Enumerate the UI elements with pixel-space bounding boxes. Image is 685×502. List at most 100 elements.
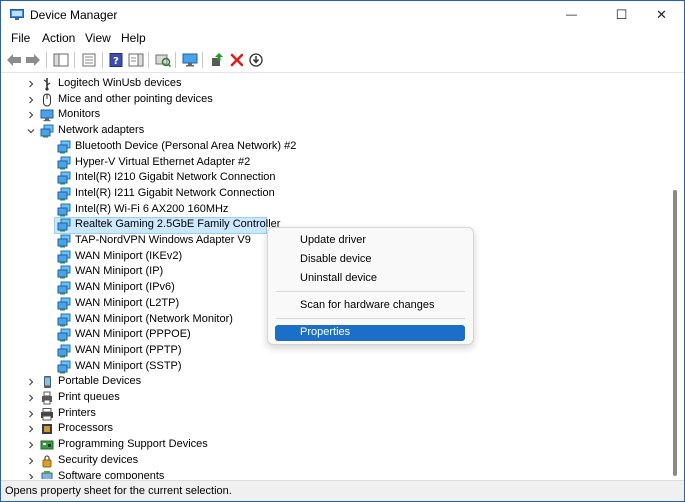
toolbar-separator bbox=[148, 52, 149, 68]
tree-item-label: Monitors bbox=[58, 108, 101, 120]
tree-category[interactable]: Software components bbox=[1, 469, 661, 479]
tree-device[interactable]: Intel(R) I210 Gigabit Network Connection bbox=[1, 170, 661, 186]
tree-item-label: WAN Miniport (SSTP) bbox=[75, 360, 182, 372]
scan-hardware-icon bbox=[155, 54, 171, 67]
menu-separator bbox=[276, 291, 465, 292]
chevron-right-icon[interactable] bbox=[26, 440, 36, 450]
network-adapter-icon bbox=[57, 344, 71, 358]
security-device-icon bbox=[40, 454, 54, 468]
vertical-scrollbar[interactable] bbox=[668, 73, 683, 479]
chevron-down-icon[interactable] bbox=[26, 126, 36, 136]
tree-item-label: Portable Devices bbox=[58, 375, 142, 387]
monitor-button[interactable] bbox=[181, 51, 199, 69]
tree-item-label: Intel(R) I210 Gigabit Network Connection bbox=[75, 171, 276, 183]
tree-device[interactable]: Intel(R) I211 Gigabit Network Connection bbox=[1, 186, 661, 202]
network-adapter-icon bbox=[57, 156, 71, 170]
menu-item-label: Properties bbox=[300, 326, 351, 338]
menu-item-disable-device[interactable]: Disable device bbox=[275, 252, 465, 268]
chevron-right-icon[interactable] bbox=[26, 393, 36, 403]
properties-button[interactable] bbox=[80, 51, 98, 69]
action-pane-button[interactable] bbox=[127, 51, 145, 69]
tree-item-label: WAN Miniport (PPTP) bbox=[75, 344, 182, 356]
tree-item-label: Security devices bbox=[58, 454, 139, 466]
properties-icon bbox=[82, 53, 96, 67]
scan-hardware-button[interactable] bbox=[154, 51, 172, 69]
tree-item-label: Processors bbox=[58, 422, 114, 434]
network-adapter-icon bbox=[57, 328, 71, 342]
menu-help[interactable]: Help bbox=[121, 31, 146, 45]
network-adapter-icon bbox=[57, 203, 71, 217]
tree-category[interactable]: Security devices bbox=[1, 453, 661, 469]
tree-item-label: Programming Support Devices bbox=[58, 438, 208, 450]
tree-category[interactable]: Portable Devices bbox=[1, 374, 661, 390]
tree-category[interactable]: Programming Support Devices bbox=[1, 437, 661, 453]
tree-item-label: WAN Miniport (PPPOE) bbox=[75, 328, 191, 340]
chevron-right-icon[interactable] bbox=[26, 79, 36, 89]
menu-item-update-driver[interactable]: Update driver bbox=[275, 233, 465, 249]
tree-item-label: Hyper-V Virtual Ethernet Adapter #2 bbox=[75, 156, 251, 168]
monitor-icon bbox=[182, 53, 198, 67]
tree-category[interactable]: Printers bbox=[1, 406, 661, 422]
tree-device[interactable]: Bluetooth Device (Personal Area Network)… bbox=[1, 139, 661, 155]
tree-category[interactable]: Logitech WinUsb devices bbox=[1, 76, 661, 92]
menu-item-uninstall-device[interactable]: Uninstall device bbox=[275, 271, 465, 287]
tree-category[interactable]: Mice and other pointing devices bbox=[1, 92, 661, 108]
status-bar: Opens property sheet for the current sel… bbox=[1, 480, 684, 501]
toolbar: ? bbox=[1, 48, 684, 73]
network-adapter-icon bbox=[57, 265, 71, 279]
chevron-right-icon[interactable] bbox=[26, 472, 36, 479]
tree-category[interactable]: Monitors bbox=[1, 107, 661, 123]
chevron-right-icon[interactable] bbox=[26, 95, 36, 105]
back-button[interactable] bbox=[5, 51, 23, 69]
tree-item-label: WAN Miniport (L2TP) bbox=[75, 297, 180, 309]
tree-category[interactable]: Processors bbox=[1, 421, 661, 437]
chevron-right-icon[interactable] bbox=[26, 456, 36, 466]
chevron-right-icon[interactable] bbox=[26, 424, 36, 434]
minimize-icon: — bbox=[566, 9, 577, 21]
close-button[interactable]: ✕ bbox=[639, 1, 684, 29]
menu-item-label: Disable device bbox=[300, 253, 372, 265]
menu-item-scan-hardware[interactable]: Scan for hardware changes bbox=[275, 298, 465, 314]
console-tree-button[interactable] bbox=[52, 51, 70, 69]
menu-file[interactable]: File bbox=[11, 31, 30, 45]
network-adapter-icon bbox=[57, 360, 71, 374]
tree-device[interactable]: WAN Miniport (PPTP) bbox=[1, 343, 661, 359]
minimize-button[interactable]: — bbox=[549, 1, 594, 29]
maximize-button[interactable]: ☐ bbox=[599, 1, 644, 29]
tree-device[interactable]: WAN Miniport (SSTP) bbox=[1, 359, 661, 375]
tree-item-label: WAN Miniport (Network Monitor) bbox=[75, 313, 233, 325]
tree-item-label: Print queues bbox=[58, 391, 120, 403]
menu-action[interactable]: Action bbox=[42, 31, 75, 45]
update-driver-icon bbox=[212, 53, 223, 66]
scrollbar-thumb[interactable] bbox=[673, 190, 677, 476]
network-adapter-icon bbox=[57, 140, 71, 154]
tree-device[interactable]: Intel(R) Wi-Fi 6 AX200 160MHz bbox=[1, 202, 661, 218]
tree-category[interactable]: Print queues bbox=[1, 390, 661, 406]
tree-category[interactable]: Network adapters bbox=[1, 123, 661, 139]
menu-item-properties[interactable]: Properties bbox=[275, 325, 465, 341]
mouse-icon bbox=[40, 93, 54, 107]
monitor-icon bbox=[40, 108, 54, 122]
menu-bar: File Action View Help bbox=[1, 29, 684, 48]
printer-icon bbox=[40, 407, 54, 421]
menu-view[interactable]: View bbox=[85, 31, 111, 45]
menu-item-label: Uninstall device bbox=[300, 272, 378, 284]
chevron-right-icon[interactable] bbox=[26, 377, 36, 387]
uninstall-button[interactable] bbox=[228, 51, 246, 69]
programming-device-icon bbox=[40, 438, 54, 452]
chevron-right-icon[interactable] bbox=[26, 409, 36, 419]
forward-button[interactable] bbox=[24, 51, 42, 69]
disable-icon bbox=[249, 53, 263, 67]
tree-item-label: Printers bbox=[58, 407, 96, 419]
title-bar[interactable]: Device Manager — ☐ ✕ bbox=[1, 1, 684, 29]
help-button[interactable]: ? bbox=[107, 51, 125, 69]
tree-device[interactable]: Hyper-V Virtual Ethernet Adapter #2 bbox=[1, 155, 661, 171]
usb-device-icon bbox=[40, 77, 54, 91]
device-manager-icon bbox=[10, 9, 24, 20]
network-adapter-icon bbox=[57, 171, 71, 185]
chevron-right-icon[interactable] bbox=[26, 110, 36, 120]
update-driver-button[interactable] bbox=[208, 51, 226, 69]
back-icon bbox=[7, 54, 21, 66]
disable-button[interactable] bbox=[247, 51, 265, 69]
menu-item-label: Scan for hardware changes bbox=[300, 299, 435, 311]
